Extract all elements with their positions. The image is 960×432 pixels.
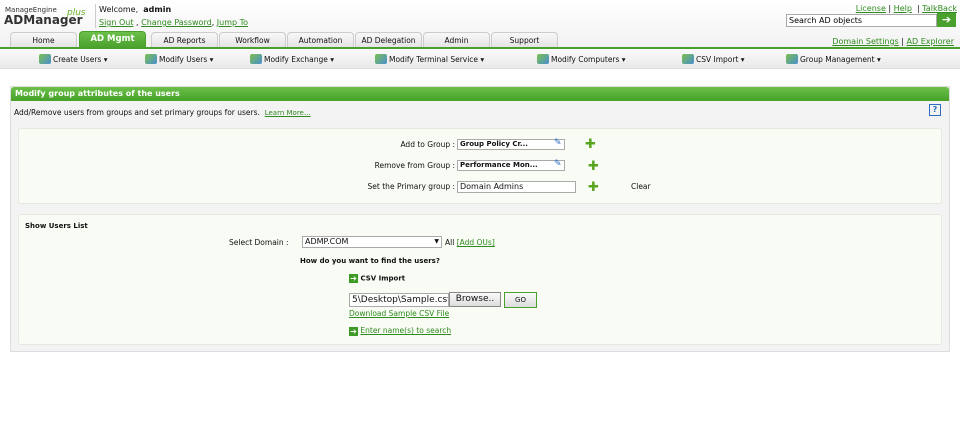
find-users-question: How do you want to find the users? (300, 257, 440, 265)
arrow-right-icon: ➔ (349, 274, 358, 283)
primary-group-label: Set the Primary group : (367, 182, 455, 191)
username: admin (143, 5, 172, 14)
edit-icon[interactable]: ✎ (554, 138, 562, 148)
help-link[interactable]: Help (894, 4, 912, 13)
group-icon (786, 54, 798, 64)
sign-out-link[interactable]: Sign Out (99, 18, 134, 27)
tab-automation[interactable]: Automation (287, 32, 354, 48)
add-to-group-label: Add to Group : (400, 140, 455, 149)
main-panel: Modify group attributes of the users Add… (10, 86, 950, 352)
tab-ad-mgmt[interactable]: AD Mgmt (79, 31, 146, 48)
ad-explorer-link[interactable]: AD Explorer (907, 37, 954, 46)
computer-icon (537, 54, 549, 64)
domain-select[interactable]: ADMP.COM ▼ (302, 236, 442, 248)
csv-import-icon (682, 54, 694, 64)
users-edit-icon (145, 54, 157, 64)
top-links: License | Help | TalkBack (855, 4, 957, 13)
add-icon[interactable]: ✚ (585, 138, 596, 151)
panel-title: Modify group attributes of the users (11, 87, 949, 101)
tab-ad-reports[interactable]: AD Reports (151, 32, 218, 48)
select-domain-label: Select Domain : (229, 238, 289, 247)
talkback-link[interactable]: TalkBack (922, 4, 957, 13)
csv-import-option[interactable]: ➔ CSV Import (349, 274, 405, 283)
panel-description: Add/Remove users from groups and set pri… (14, 108, 311, 117)
tab-ad-delegation[interactable]: AD Delegation (355, 32, 422, 48)
browse-button[interactable]: Browse.. (449, 292, 501, 307)
user-links: Sign Out , Change Password, Jump To (99, 18, 249, 27)
menu-modify-users[interactable]: Modify Users ▾ (145, 54, 213, 64)
users-list-title: Show Users List (25, 222, 88, 230)
license-link[interactable]: License (856, 4, 886, 13)
domain-all: All [Add OUs] (445, 238, 495, 247)
welcome: Welcome, admin (99, 5, 172, 14)
tab-admin[interactable]: Admin (423, 32, 490, 48)
users-list-box: Show Users List Select Domain : ADMP.COM… (18, 214, 942, 345)
group-form: Add to Group : Group Policy Cr... ✎ ✚ Re… (18, 128, 942, 204)
add-ous-link[interactable]: [Add OUs] (457, 238, 495, 247)
learn-more-link[interactable]: Learn More... (265, 109, 311, 117)
menu-modify-computers[interactable]: Modify Computers ▾ (537, 54, 626, 64)
add-icon[interactable]: ✚ (588, 181, 599, 194)
domain-links: Domain Settings | AD Explorer (832, 37, 954, 46)
clear-button[interactable]: Clear (631, 182, 651, 191)
add-to-group-field[interactable]: Group Policy Cr... (457, 139, 565, 150)
search-input[interactable] (786, 14, 937, 27)
csv-file-input[interactable]: 5\Desktop\Sample.csv (349, 293, 449, 307)
enter-names-link[interactable]: Enter name(s) to search (360, 326, 451, 335)
go-button[interactable]: GO (504, 292, 537, 308)
menu-modify-exchange[interactable]: Modify Exchange ▾ (250, 54, 334, 64)
add-icon[interactable]: ✚ (588, 160, 599, 173)
help-icon[interactable]: ? (929, 104, 941, 116)
menu-csv-import[interactable]: CSV Import ▾ (682, 54, 745, 64)
tab-workflow[interactable]: Workflow (219, 32, 286, 48)
tab-home[interactable]: Home (10, 32, 77, 48)
primary-group-field[interactable]: Domain Admins (457, 181, 576, 193)
enter-names-option[interactable]: ➔ Enter name(s) to search (349, 326, 451, 336)
menu-group-management[interactable]: Group Management ▾ (786, 54, 881, 64)
domain-settings-link[interactable]: Domain Settings (832, 37, 898, 46)
submenu: Create Users ▾ Modify Users ▾ Modify Exc… (0, 49, 960, 69)
terminal-icon (375, 54, 387, 64)
users-icon (39, 54, 51, 64)
chevron-down-icon: ▼ (434, 238, 439, 245)
remove-from-group-label: Remove from Group : (374, 161, 455, 170)
download-sample-csv-link[interactable]: Download Sample CSV File (349, 309, 449, 318)
tab-support[interactable]: Support (491, 32, 558, 48)
change-password-link[interactable]: Change Password (141, 18, 212, 27)
edit-icon[interactable]: ✎ (554, 159, 562, 169)
arrow-right-icon: ➔ (349, 326, 358, 336)
exchange-icon (250, 54, 262, 64)
logo-plus: plus (67, 8, 86, 18)
menu-create-users[interactable]: Create Users ▾ (39, 54, 107, 64)
jump-to-link[interactable]: Jump To (217, 18, 248, 27)
menu-modify-terminal-service[interactable]: Modify Terminal Service ▾ (375, 54, 484, 64)
divider (95, 4, 96, 28)
remove-from-group-field[interactable]: Performance Mon... (457, 160, 565, 171)
search-go-icon[interactable]: ➔ (937, 13, 956, 27)
